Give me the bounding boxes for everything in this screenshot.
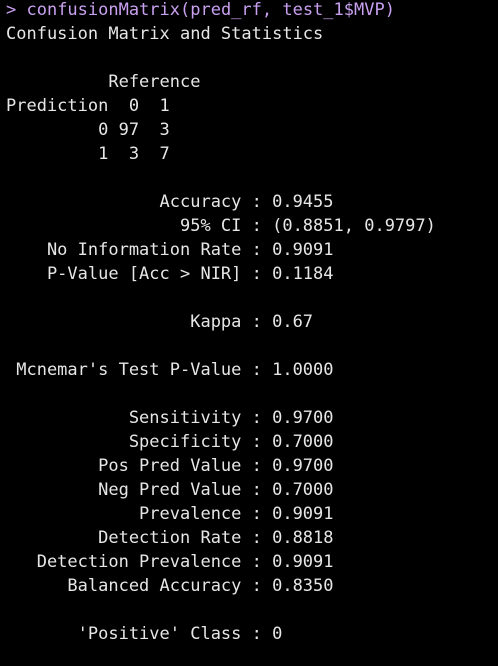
- stat-95-ci: 95% CI : (0.8851, 0.9797): [6, 216, 436, 236]
- matrix-row-0: 0 97 3: [6, 120, 170, 140]
- stat-p-value-acc-nir: P-Value [Acc > NIR] : 0.1184: [6, 264, 334, 284]
- stat-neg-pred-value: Neg Pred Value : 0.7000: [6, 480, 334, 500]
- stat-detection-rate: Detection Rate : 0.8818: [6, 528, 334, 548]
- stat-prevalence: Prevalence : 0.9091: [6, 504, 334, 524]
- stat-pos-pred-value: Pos Pred Value : 0.9700: [6, 456, 334, 476]
- matrix-row-1: 1 3 7: [6, 144, 170, 164]
- matrix-prediction-header: Prediction 0 1: [6, 96, 170, 116]
- stat-mcnemar-p-value: Mcnemar's Test P-Value : 1.0000: [6, 360, 334, 380]
- stat-detection-prevalence: Detection Prevalence : 0.9091: [6, 552, 334, 572]
- prompt-symbol: >: [6, 0, 27, 20]
- output-title: Confusion Matrix and Statistics: [6, 24, 324, 44]
- stat-accuracy: Accuracy : 0.9455: [6, 192, 334, 212]
- stat-no-information-rate: No Information Rate : 0.9091: [6, 240, 334, 260]
- command-text: confusionMatrix(pred_rf, test_1$MVP): [26, 0, 395, 20]
- stat-specificity: Specificity : 0.7000: [6, 432, 334, 452]
- stat-kappa: Kappa : 0.67: [6, 312, 314, 332]
- matrix-reference-header: Reference: [6, 72, 201, 92]
- stat-positive-class: 'Positive' Class : 0: [6, 624, 283, 644]
- r-console[interactable]: > confusionMatrix(pred_rf, test_1$MVP) C…: [0, 0, 498, 666]
- stat-balanced-accuracy: Balanced Accuracy : 0.8350: [6, 576, 334, 596]
- command-line[interactable]: > confusionMatrix(pred_rf, test_1$MVP): [6, 0, 498, 22]
- stat-sensitivity: Sensitivity : 0.9700: [6, 408, 334, 428]
